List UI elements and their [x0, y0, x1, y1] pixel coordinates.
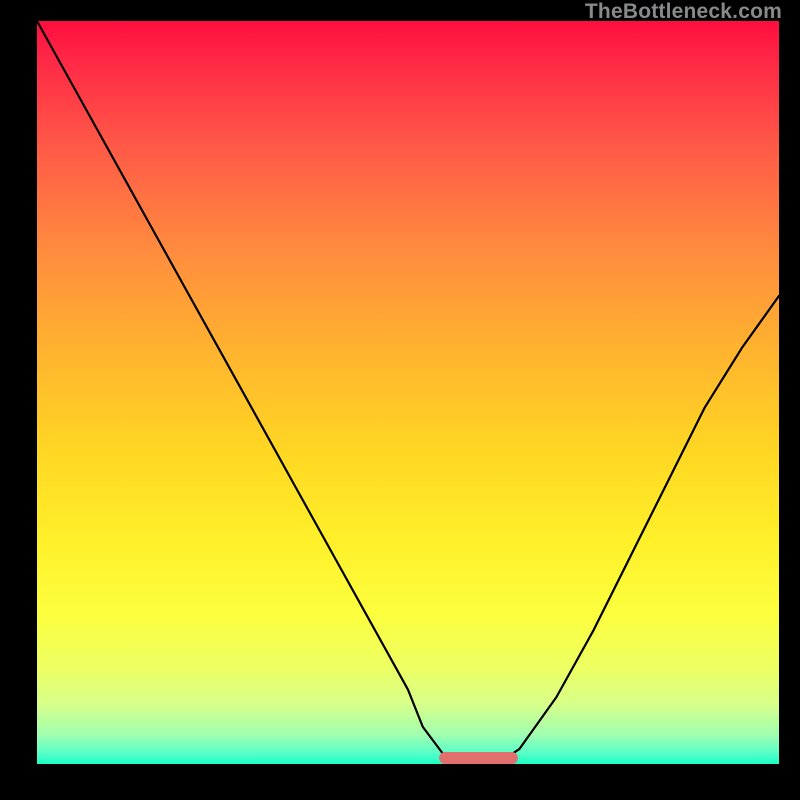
plot-area: [37, 21, 779, 764]
curve-overlay: [37, 21, 779, 764]
chart-frame: TheBottleneck.com: [0, 0, 800, 800]
bottleneck-curve: [37, 21, 779, 764]
watermark-text: TheBottleneck.com: [585, 0, 782, 24]
